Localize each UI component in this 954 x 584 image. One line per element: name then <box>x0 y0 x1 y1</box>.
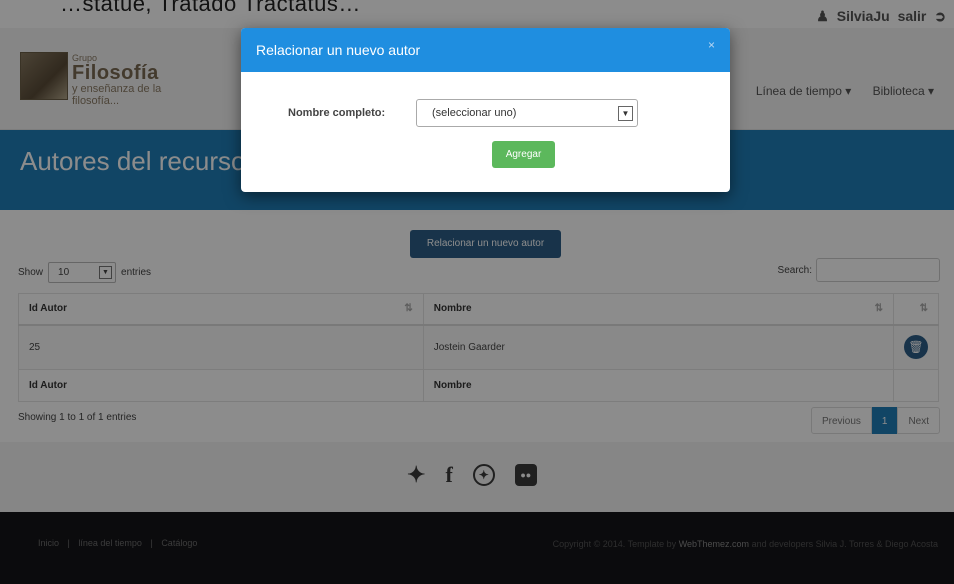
author-select[interactable]: (seleccionar uno) ▼ <box>416 99 638 127</box>
author-select-value: (seleccionar uno) <box>432 107 517 119</box>
close-icon[interactable]: × <box>708 38 715 52</box>
modal-header: Relacionar un nuevo autor × <box>241 28 730 72</box>
author-name-label: Nombre completo: <box>288 107 386 119</box>
relate-author-modal: Relacionar un nuevo autor × Nombre compl… <box>241 28 730 192</box>
modal-title: Relacionar un nuevo autor <box>256 42 421 58</box>
chevron-down-icon[interactable]: ▼ <box>618 106 633 121</box>
add-button[interactable]: Agregar <box>492 141 555 168</box>
